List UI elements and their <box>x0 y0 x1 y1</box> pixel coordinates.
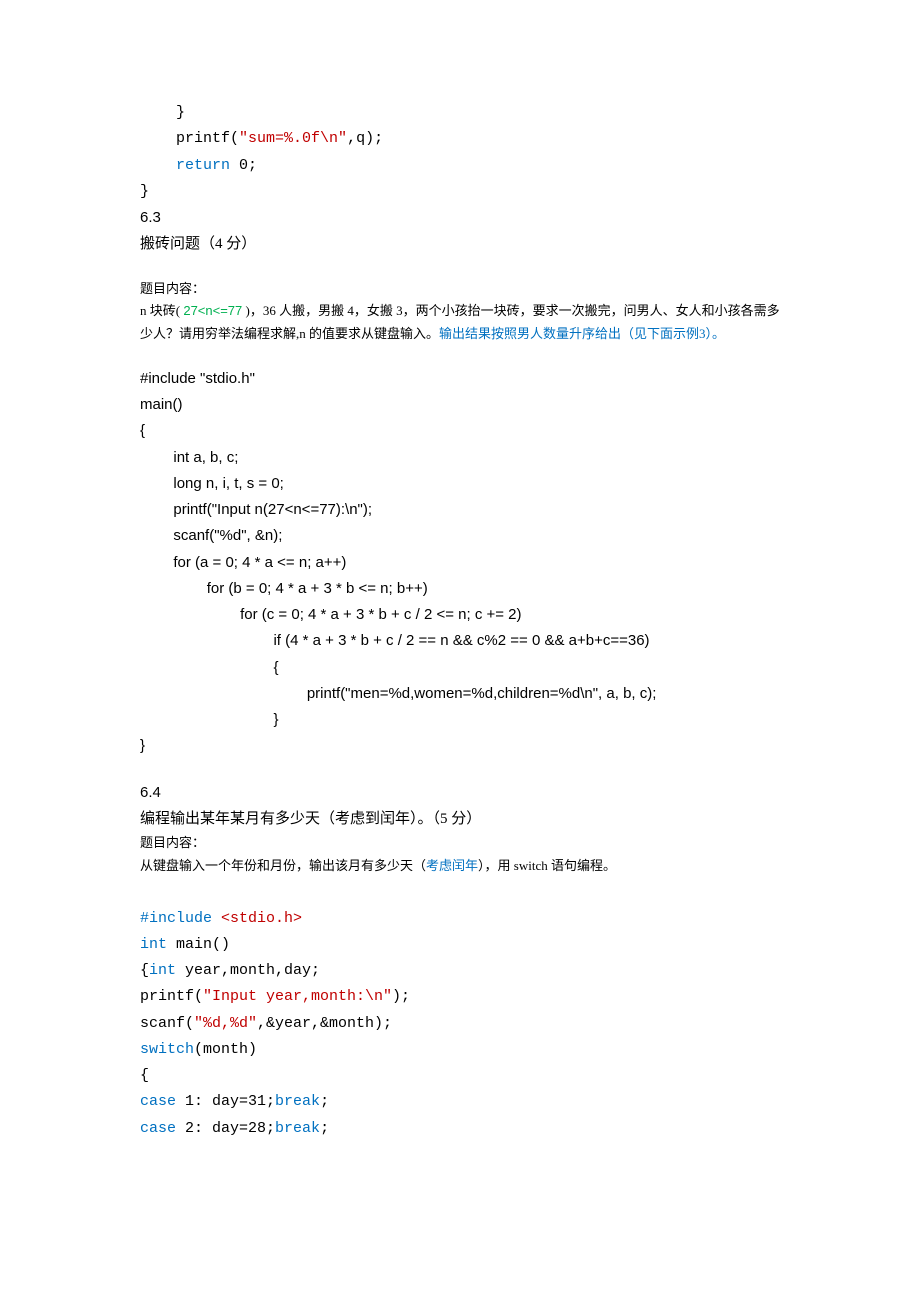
code-text: 2: day=28; <box>176 1120 275 1137</box>
code-text: ); <box>392 988 410 1005</box>
keyword: case <box>140 1093 176 1110</box>
code-line: } <box>140 100 780 126</box>
code-line: printf("men=%d,women=%d,children=%d\n", … <box>140 681 780 707</box>
code-text: printf( <box>140 988 203 1005</box>
string-literal: "Input year,month:\n" <box>203 988 392 1005</box>
desc-text: ），用 switch 语句编程。 <box>478 858 616 873</box>
code-text <box>140 157 176 174</box>
code-line: } <box>140 707 780 733</box>
code-text: 0; <box>230 157 257 174</box>
keyword: break <box>275 1120 320 1137</box>
string-literal: "%d,%d" <box>194 1015 257 1032</box>
code-line: main() <box>140 392 780 418</box>
code-text: ,q); <box>347 130 383 147</box>
code-line: #include <stdio.h> <box>140 906 780 932</box>
keyword: int <box>140 936 167 953</box>
keyword: #include <box>140 910 212 927</box>
code-line: if (4 * a + 3 * b + c / 2 == n && c%2 ==… <box>140 628 780 654</box>
code-block-64: #include <stdio.h> int main() {int year,… <box>140 906 780 1142</box>
desc-text: n 块砖( <box>140 303 183 318</box>
code-text: ; <box>320 1120 329 1137</box>
code-text: ; <box>320 1093 329 1110</box>
code-line: { <box>140 655 780 681</box>
code-text: main() <box>167 936 230 953</box>
section-title: 编程输出某年某月有多少天（考虑到闰年）。（5 分） <box>140 806 780 832</box>
code-text: scanf( <box>140 1015 194 1032</box>
code-line: } <box>140 179 780 205</box>
code-line: for (c = 0; 4 * a + 3 * b + c / 2 <= n; … <box>140 602 780 628</box>
problem-description: 从键盘输入一个年份和月份，输出该月有多少天（考虑闰年），用 switch 语句编… <box>140 855 780 878</box>
code-line: for (b = 0; 4 * a + 3 * b <= n; b++) <box>140 576 780 602</box>
code-line: for (a = 0; 4 * a <= n; a++) <box>140 550 780 576</box>
code-block-63: #include "stdio.h" main() { int a, b, c;… <box>140 366 780 760</box>
code-line: scanf("%d", &n); <box>140 523 780 549</box>
code-line: { <box>140 1063 780 1089</box>
section-number: 6.3 <box>140 205 780 231</box>
section-number: 6.4 <box>140 780 780 806</box>
emphasis-text: 输出结果按照男人数量升序给出（见下面示例3）。 <box>439 326 725 341</box>
code-line: #include "stdio.h" <box>140 366 780 392</box>
code-text: ,&year,&month); <box>257 1015 392 1032</box>
desc-text: 从键盘输入一个年份和月份，输出该月有多少天（ <box>140 858 426 873</box>
range-text: 27<n<=77 <box>183 303 242 318</box>
code-line: printf("sum=%.0f\n",q); <box>140 126 780 152</box>
code-text: (month) <box>194 1041 257 1058</box>
code-line: switch(month) <box>140 1037 780 1063</box>
code-line: scanf("%d,%d",&year,&month); <box>140 1011 780 1037</box>
section-title: 搬砖问题（4 分） <box>140 231 780 257</box>
code-line: return 0; <box>140 153 780 179</box>
keyword: case <box>140 1120 176 1137</box>
code-text: 1: day=31; <box>176 1093 275 1110</box>
code-line: case 1: day=31;break; <box>140 1089 780 1115</box>
code-text: printf( <box>140 130 239 147</box>
subheading: 题目内容： <box>140 832 780 855</box>
code-line: int a, b, c; <box>140 445 780 471</box>
keyword: int <box>149 962 176 979</box>
code-line: printf("Input n(27<n<=77):\n"); <box>140 497 780 523</box>
code-snippet-top: } printf("sum=%.0f\n",q); return 0; } <box>140 100 780 205</box>
subheading: 题目内容： <box>140 278 780 301</box>
string-literal: "sum=%.0f\n" <box>239 130 347 147</box>
string-literal: <stdio.h> <box>212 910 302 927</box>
document-page: } printf("sum=%.0f\n",q); return 0; } 6.… <box>0 0 920 1202</box>
code-line: {int year,month,day; <box>140 958 780 984</box>
keyword: switch <box>140 1041 194 1058</box>
code-line: long n, i, t, s = 0; <box>140 471 780 497</box>
keyword: break <box>275 1093 320 1110</box>
emphasis-text: 考虑闰年 <box>426 858 478 873</box>
keyword: return <box>176 157 230 174</box>
code-text: { <box>140 962 149 979</box>
code-line: int main() <box>140 932 780 958</box>
code-line: case 2: day=28;break; <box>140 1116 780 1142</box>
problem-description: n 块砖( 27<n<=77 )，36 人搬，男搬 4，女搬 3，两个小孩抬一块… <box>140 300 780 346</box>
code-text: year,month,day; <box>176 962 320 979</box>
code-line: printf("Input year,month:\n"); <box>140 984 780 1010</box>
code-line: } <box>140 733 780 759</box>
code-line: { <box>140 418 780 444</box>
